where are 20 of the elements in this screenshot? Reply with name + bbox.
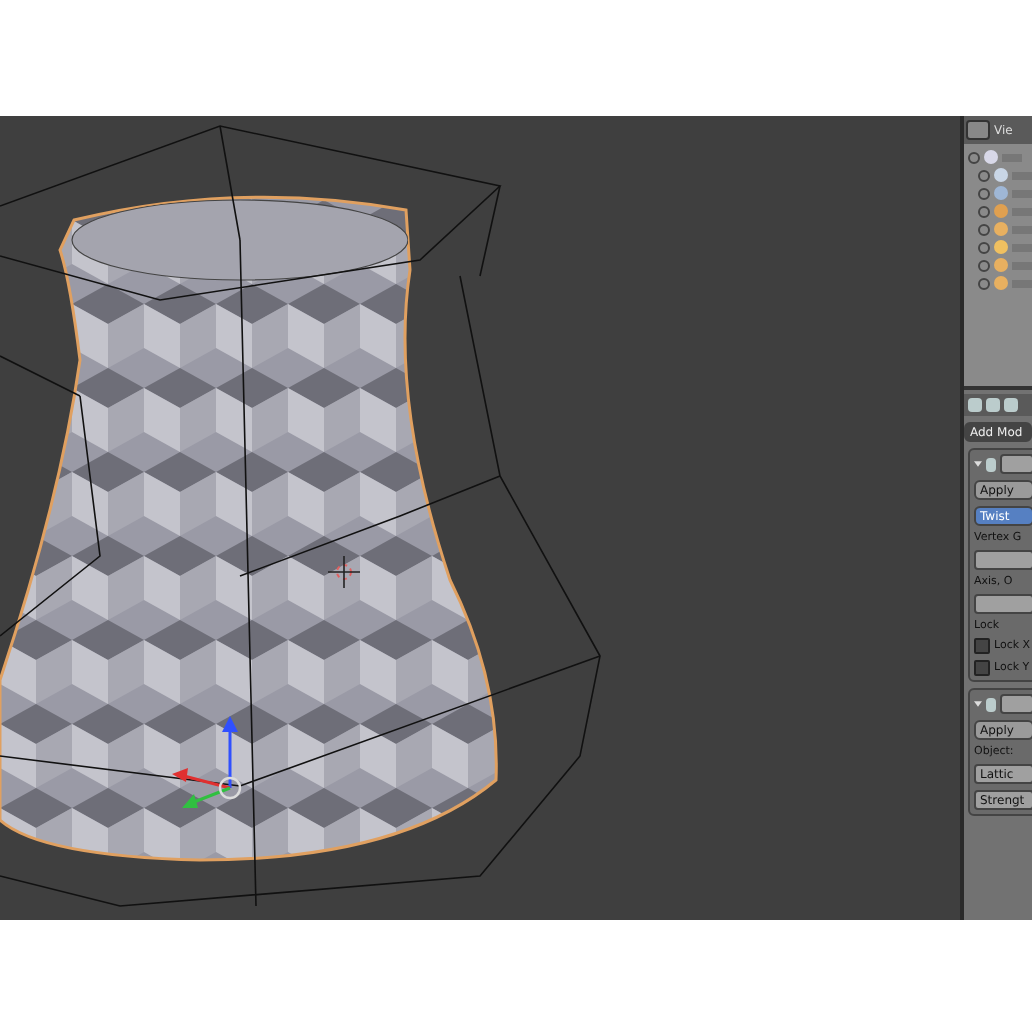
checkbox[interactable] <box>974 638 990 654</box>
axis-origin-field[interactable] <box>974 594 1032 614</box>
visibility-dot-icon[interactable] <box>978 205 990 217</box>
editor-type-button[interactable] <box>966 120 990 140</box>
transform-gizmo-icon <box>172 716 242 808</box>
vertex-group-field[interactable] <box>974 550 1032 570</box>
3d-cursor-icon <box>327 555 361 589</box>
visibility-dot-icon[interactable] <box>978 223 990 235</box>
modifier-name-field[interactable] <box>999 454 1032 474</box>
modifier-name-field[interactable] <box>999 694 1032 714</box>
3d-viewport[interactable] <box>0 116 960 920</box>
visibility-dot-icon[interactable] <box>978 241 990 253</box>
checkbox[interactable] <box>974 660 990 676</box>
visibility-dot-icon[interactable] <box>978 277 990 289</box>
visibility-dot-icon[interactable] <box>968 151 980 163</box>
visibility-dot-icon[interactable] <box>978 169 990 181</box>
expand-triangle-icon[interactable] <box>974 458 982 470</box>
visibility-dot-icon[interactable] <box>978 259 990 271</box>
expand-triangle-icon[interactable] <box>974 698 982 710</box>
visibility-dot-icon[interactable] <box>978 187 990 199</box>
